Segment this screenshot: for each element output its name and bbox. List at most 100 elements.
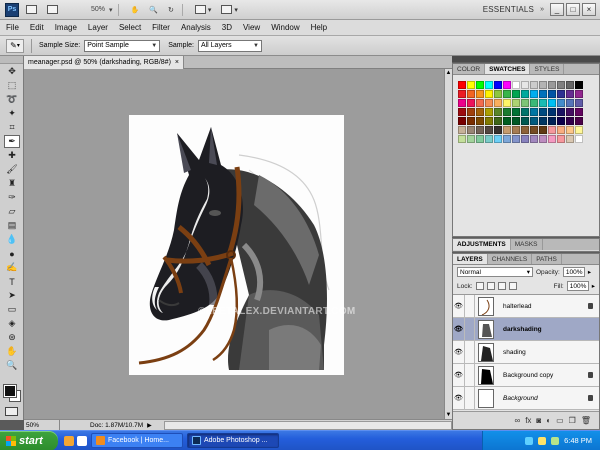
tab-layers[interactable]: LAYERS [453, 254, 488, 264]
horizontal-scrollbar[interactable] [163, 420, 452, 430]
color-swatch[interactable] [467, 135, 475, 143]
color-swatch[interactable] [548, 126, 556, 134]
eye-icon[interactable]: 👁 [453, 317, 465, 341]
menu-help[interactable]: Help [311, 23, 327, 32]
foreground-color-swatch[interactable] [3, 384, 17, 398]
menu-3d[interactable]: 3D [222, 23, 232, 32]
workspace-switcher[interactable]: ESSENTIALS [483, 5, 534, 14]
brush-icon[interactable] [465, 317, 475, 341]
clone-stamp-tool-icon[interactable]: ♜ [4, 177, 20, 190]
zoom-level-dropdown[interactable]: 50% ▾ [91, 6, 113, 14]
color-swatch[interactable] [521, 135, 529, 143]
color-swatch[interactable] [503, 126, 511, 134]
color-swatch[interactable] [521, 117, 529, 125]
color-swatch[interactable] [485, 81, 493, 89]
eye-icon[interactable]: 👁 [453, 294, 465, 318]
color-swatch[interactable] [476, 81, 484, 89]
color-swatch[interactable] [476, 99, 484, 107]
color-swatch[interactable] [467, 117, 475, 125]
brush-link-slot[interactable] [465, 340, 475, 364]
double-chevron-icon[interactable]: » [540, 6, 544, 13]
color-swatch[interactable] [476, 108, 484, 116]
color-swatch[interactable] [557, 117, 565, 125]
color-swatch[interactable] [575, 108, 583, 116]
color-swatch[interactable] [566, 81, 574, 89]
color-swatch[interactable] [521, 99, 529, 107]
color-swatch[interactable] [539, 126, 547, 134]
tab-paths[interactable]: PATHS [532, 254, 562, 264]
lasso-tool-icon[interactable]: ➰ [4, 93, 20, 106]
start-button[interactable]: start [0, 430, 58, 450]
firefox-icon[interactable] [64, 435, 74, 446]
fx-icon[interactable]: fx [525, 416, 531, 425]
color-swatch[interactable] [458, 90, 466, 98]
color-swatch[interactable] [530, 135, 538, 143]
eye-icon[interactable]: 👁 [453, 386, 465, 410]
dock-collapse-bar[interactable] [452, 56, 600, 62]
mask-icon[interactable]: ◙ [536, 416, 541, 425]
scroll-down-icon[interactable]: ▼ [445, 411, 452, 419]
minimize-button[interactable]: _ [550, 3, 564, 16]
path-selection-tool-icon[interactable]: ➤ [4, 289, 20, 302]
color-swatch[interactable] [458, 81, 466, 89]
color-swatch[interactable] [566, 126, 574, 134]
menu-layer[interactable]: Layer [88, 23, 108, 32]
color-swatch[interactable] [566, 135, 574, 143]
photoshop-logo[interactable]: Ps [5, 2, 19, 17]
color-swatch[interactable] [467, 90, 475, 98]
move-tool-icon[interactable]: ✥ [4, 65, 20, 78]
color-swatch[interactable] [548, 117, 556, 125]
color-swatch[interactable] [476, 126, 484, 134]
eraser-tool-icon[interactable]: ▱ [4, 205, 20, 218]
color-swatch[interactable] [566, 117, 574, 125]
color-swatch[interactable] [548, 135, 556, 143]
color-swatch[interactable] [512, 81, 520, 89]
color-swatch[interactable] [548, 90, 556, 98]
quick-selection-tool-icon[interactable]: ✦ [4, 107, 20, 120]
fill-field[interactable]: 100% [566, 281, 589, 291]
quick-mask-icon[interactable] [5, 407, 18, 416]
taskbar-button-facebook[interactable]: Facebook | Home... [91, 433, 183, 448]
color-swatch[interactable] [512, 117, 520, 125]
color-swatch[interactable] [539, 81, 547, 89]
color-swatch[interactable] [485, 117, 493, 125]
lock-position-icon[interactable] [497, 282, 506, 290]
color-swatch[interactable] [503, 99, 511, 107]
bridge-button[interactable] [23, 3, 40, 17]
color-swatch[interactable] [458, 99, 466, 107]
color-swatch[interactable] [512, 99, 520, 107]
blend-mode-select[interactable]: Normal ▾ [457, 267, 533, 277]
adjustment-icon[interactable]: ◐ [546, 416, 551, 425]
network-icon[interactable] [525, 436, 534, 445]
trash-icon[interactable]: 🗑 [581, 416, 591, 425]
color-swatch[interactable] [530, 81, 538, 89]
color-swatch[interactable] [494, 99, 502, 107]
color-swatch[interactable] [557, 135, 565, 143]
menu-file[interactable]: File [6, 23, 19, 32]
rotate-view-button[interactable]: ↻ [165, 3, 177, 17]
color-swatch[interactable] [521, 81, 529, 89]
color-swatch[interactable] [476, 135, 484, 143]
color-swatch[interactable] [539, 135, 547, 143]
color-swatch[interactable] [476, 90, 484, 98]
crop-tool-icon[interactable]: ⌗ [4, 121, 20, 134]
color-swatch[interactable] [485, 126, 493, 134]
color-swatch[interactable] [530, 126, 538, 134]
color-swatch[interactable] [503, 90, 511, 98]
layer-row-halterlead[interactable]: 👁 halterlead [453, 294, 599, 318]
menu-view[interactable]: View [243, 23, 260, 32]
brush-link-slot[interactable] [465, 363, 475, 387]
color-swatch[interactable] [521, 90, 529, 98]
dodge-tool-icon[interactable]: ● [4, 247, 20, 260]
status-zoom-field[interactable]: 50% [24, 420, 60, 430]
color-swatch[interactable] [575, 81, 583, 89]
blur-tool-icon[interactable]: 💧 [4, 233, 20, 246]
tab-color[interactable]: COLOR [453, 64, 486, 74]
mini-bridge-button[interactable] [44, 3, 61, 17]
vertical-scrollbar[interactable]: ▲ ▼ [444, 69, 452, 419]
color-swatch[interactable] [521, 126, 529, 134]
color-swatch[interactable] [494, 90, 502, 98]
lock-transparency-icon[interactable] [475, 282, 484, 290]
tab-masks[interactable]: MASKS [511, 239, 543, 250]
security-icon[interactable] [551, 436, 560, 445]
